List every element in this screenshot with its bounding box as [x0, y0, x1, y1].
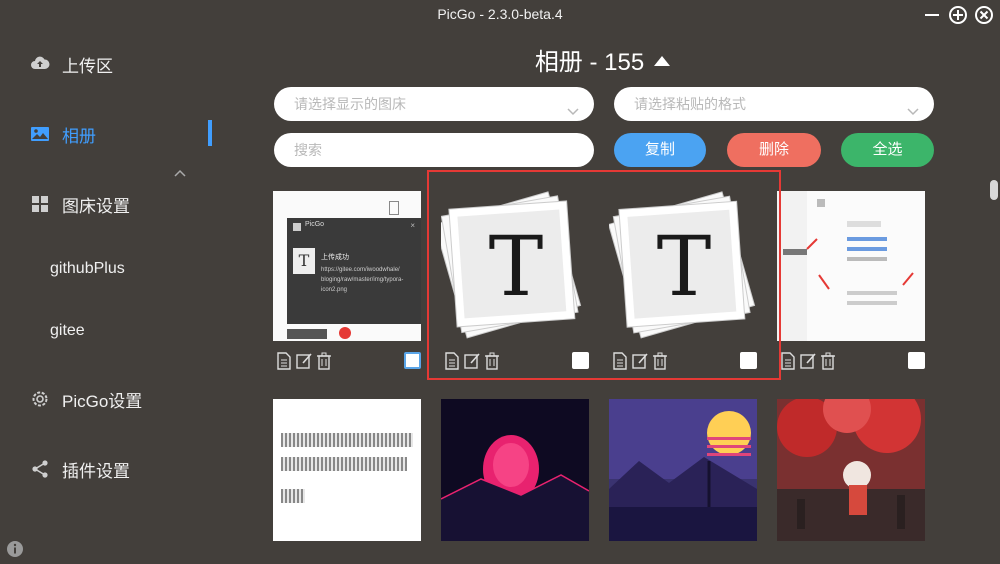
sidebar-item-picgo-settings[interactable]: PicGo设置 [30, 385, 142, 413]
sidebar-item-plugin-settings[interactable]: 插件设置 [30, 455, 130, 483]
copy-button[interactable]: 复制 [614, 133, 706, 167]
image-thumbnail[interactable] [273, 399, 421, 541]
picbed-select[interactable]: 请选择显示的图床 [274, 87, 594, 121]
active-indicator [208, 120, 212, 146]
gallery-title: 相册 - 155 [534, 49, 645, 76]
search-input[interactable] [274, 133, 594, 167]
info-icon[interactable] [6, 540, 24, 558]
notification-popup: PicGo × T 上传成功 https://gitee.com/iwoodwh… [287, 218, 421, 324]
sidebar-subitem-gitee[interactable]: gitee [50, 322, 85, 340]
sidebar-item-picbed-settings[interactable]: 图床设置 [30, 190, 130, 218]
trash-icon[interactable] [819, 352, 837, 370]
share-icon [30, 459, 50, 479]
window-title: PicGo - 2.3.0-beta.4 [437, 6, 563, 22]
maximize-icon[interactable] [948, 5, 968, 25]
format-select[interactable]: 请选择粘贴的格式 [614, 87, 934, 121]
select-all-button[interactable]: 全选 [841, 133, 934, 167]
sidebar [0, 30, 230, 564]
format-select-placeholder: 请选择粘贴的格式 [634, 96, 746, 112]
thumbnail-actions [275, 352, 333, 372]
edit-icon[interactable] [799, 352, 817, 370]
minimize-icon[interactable] [922, 5, 942, 25]
sidebar-item-label: 插件设置 [62, 461, 130, 481]
thumbnail-actions [779, 352, 837, 372]
edit-icon[interactable] [295, 352, 313, 370]
document-icon[interactable] [779, 352, 797, 370]
chevron-down-icon [566, 97, 580, 116]
sidebar-subitem-githubplus[interactable]: githubPlus [50, 260, 125, 278]
gear-icon [30, 389, 50, 409]
chevron-down-icon [906, 97, 920, 116]
select-checkbox[interactable] [404, 352, 421, 369]
image-thumbnail[interactable] [609, 399, 757, 541]
select-checkbox[interactable] [908, 352, 925, 369]
sidebar-item-label: 相册 [62, 126, 96, 146]
image-thumbnail[interactable] [777, 191, 925, 341]
image-thumbnail[interactable] [441, 399, 589, 541]
picbed-select-placeholder: 请选择显示的图床 [294, 96, 406, 112]
sidebar-item-label: 图床设置 [62, 196, 130, 216]
document-icon[interactable] [275, 352, 293, 370]
sidebar-item-label: PicGo设置 [62, 391, 143, 411]
sidebar-item-gallery[interactable]: 相册 [30, 120, 96, 148]
image-thumbnail[interactable] [777, 399, 925, 541]
page-title: 相册 - 155 [0, 42, 1000, 77]
scrollbar-thumb[interactable] [990, 180, 998, 200]
grid-icon [30, 194, 50, 214]
image-icon [30, 124, 50, 144]
collapse-caret-icon[interactable] [654, 56, 671, 66]
close-icon[interactable] [974, 5, 994, 25]
trash-icon[interactable] [315, 352, 333, 370]
selection-highlight [427, 170, 781, 380]
title-bar: PicGo - 2.3.0-beta.4 [0, 0, 1000, 30]
image-thumbnail[interactable]: PicGo × T 上传成功 https://gitee.com/iwoodwh… [273, 191, 421, 341]
chevron-up-icon[interactable] [172, 166, 188, 182]
delete-button[interactable]: 删除 [727, 133, 821, 167]
